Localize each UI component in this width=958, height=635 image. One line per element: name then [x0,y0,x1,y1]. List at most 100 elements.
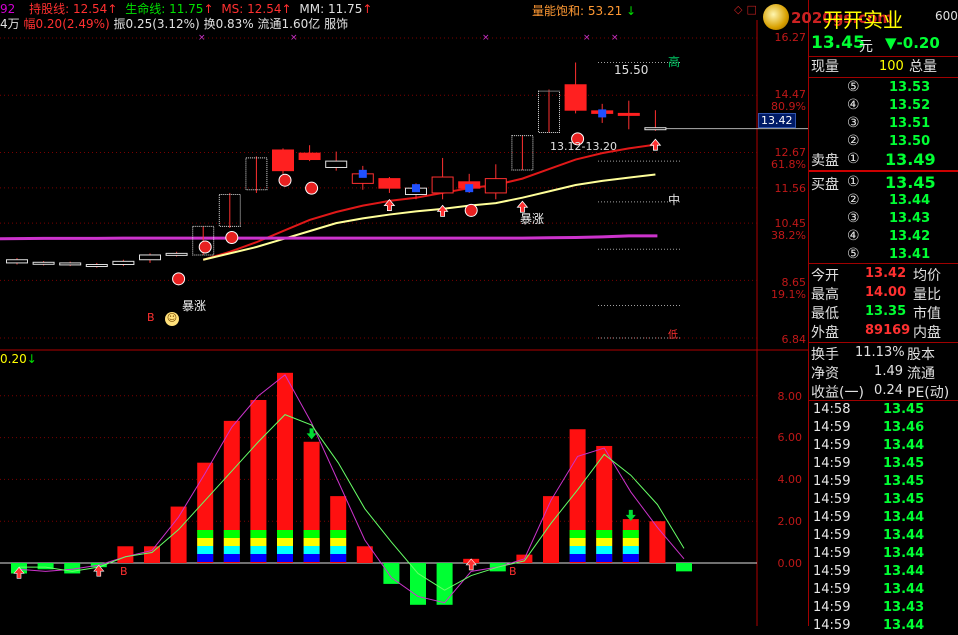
now-vol-label: 现量 [811,59,839,75]
ask-level: ⑤ [847,79,860,95]
candle-body [378,178,401,189]
buy-signal-2: B [120,565,128,578]
ask-row: ② 13.50 [809,133,958,151]
bid-price: 13.44 [889,193,931,208]
ask-level: ① [847,151,860,167]
top-dot-mark: × [611,33,619,43]
divider [809,56,958,57]
quote-panel: 2020gs.com 开开实业 600 13.45 元 ▼-0.20 现量 10… [763,0,958,633]
ask-level: ② [847,133,860,149]
tick-time: 14:59 [813,438,851,453]
buy-signal-3: B [509,565,517,578]
app-logo [763,4,789,30]
candle-body [32,261,55,265]
bid-price: 13.42 [889,229,931,244]
tick-time: 14:59 [813,492,851,507]
indicator-stack [277,538,293,546]
bid-price: 13.45 [885,173,936,192]
indicator-stack [223,530,240,538]
high-tag: 高 [668,55,681,69]
tick-time: 14:59 [813,582,851,597]
candle-body [431,176,454,194]
tick-row: 14:59 13.44 [809,527,958,545]
stat-label: 最高 [811,287,839,303]
up-arrow-icon [436,204,449,217]
indicator-stack [197,554,214,562]
candle-body [617,112,640,116]
indicator-stack [330,554,347,562]
tick-time: 14:59 [813,474,851,489]
candle-body [85,264,108,268]
tick-price: 13.45 [883,456,925,471]
indicator-stack [330,538,347,546]
indicator-value-text: 0.20 [0,352,27,366]
signal-ball [198,240,212,254]
divider [809,342,958,343]
price-unit: 元 [859,39,873,55]
ask-price: 13.52 [889,98,931,113]
indicator-stack [277,530,293,538]
stat-label: 净资 [811,366,839,382]
candle-mark [358,169,367,178]
ma-line-1 [202,173,656,261]
indicator-stack [622,530,639,538]
signal-ball [172,272,186,286]
axis-label: 80.9% [771,100,806,113]
bid-row: ② 13.44 [809,192,958,210]
ask-row: ③ 13.51 [809,115,958,133]
axis-label: 61.8% [771,158,806,171]
indicator-stack [250,538,267,546]
tick-price: 13.44 [883,564,925,579]
candle-mark [412,184,420,193]
indicator-stack [622,538,639,546]
indicator-stack [596,530,613,538]
tick-price: 13.44 [883,618,925,633]
high-price-label: 15.50 [614,63,649,77]
ask-price: 13.51 [889,116,931,131]
mid-tag: 中 [668,193,681,207]
tick-time: 14:59 [813,600,851,615]
axis-label: 19.1% [771,288,806,301]
stat-label-2: 均价 [913,268,941,284]
stat-label-2: 股本 [907,347,935,363]
bid-row: ⑤ 13.41 [809,246,958,264]
stat-row: 净资 1.49 流通 [809,363,958,382]
ask-price: 13.53 [889,80,931,95]
stat-value: 1.49 [874,364,903,379]
indicator-stack [250,530,267,538]
axis-label: 16.27 [774,31,807,44]
indicator-bar [676,563,692,572]
book-divider [809,170,958,172]
indicator-bar [543,496,559,563]
indicator-bar [410,563,426,605]
stat-row: 外盘 89169 内盘 [809,322,958,341]
tick-price: 13.45 [883,402,925,417]
indicator-bar [436,563,453,605]
indicator-stack [596,554,613,562]
tick-price: 13.45 [883,474,925,489]
tick-row: 14:59 13.45 [809,491,958,509]
tick-time: 14:59 [813,564,851,579]
indicator-bar [144,546,160,563]
ask-row: ① 13.49 [809,150,958,169]
current-price-marker: 13.42 [758,113,796,128]
candle-mark [598,109,607,118]
stat-label-2: PE(动) [907,385,950,401]
stat-value: 11.13% [855,345,905,360]
stat-value: 89169 [865,323,911,338]
tick-row: 14:59 13.44 [809,617,958,635]
tick-row: 14:59 13.45 [809,455,958,473]
indicator-stack [330,530,347,538]
candle-body [564,84,587,111]
tick-price: 13.44 [883,582,925,597]
ask-row: ④ 13.52 [809,97,958,115]
indicator-stack [303,546,320,554]
indicator-stack [569,546,586,554]
bid-price: 13.41 [889,247,931,262]
kline-chart[interactable]: × × × × × [0,0,808,626]
indicator-bar [117,546,134,563]
indicator-stack [622,546,639,554]
tick-row: 14:59 13.44 [809,509,958,527]
stat-label-2: 市值 [913,306,941,322]
indicator-stack [303,538,320,546]
